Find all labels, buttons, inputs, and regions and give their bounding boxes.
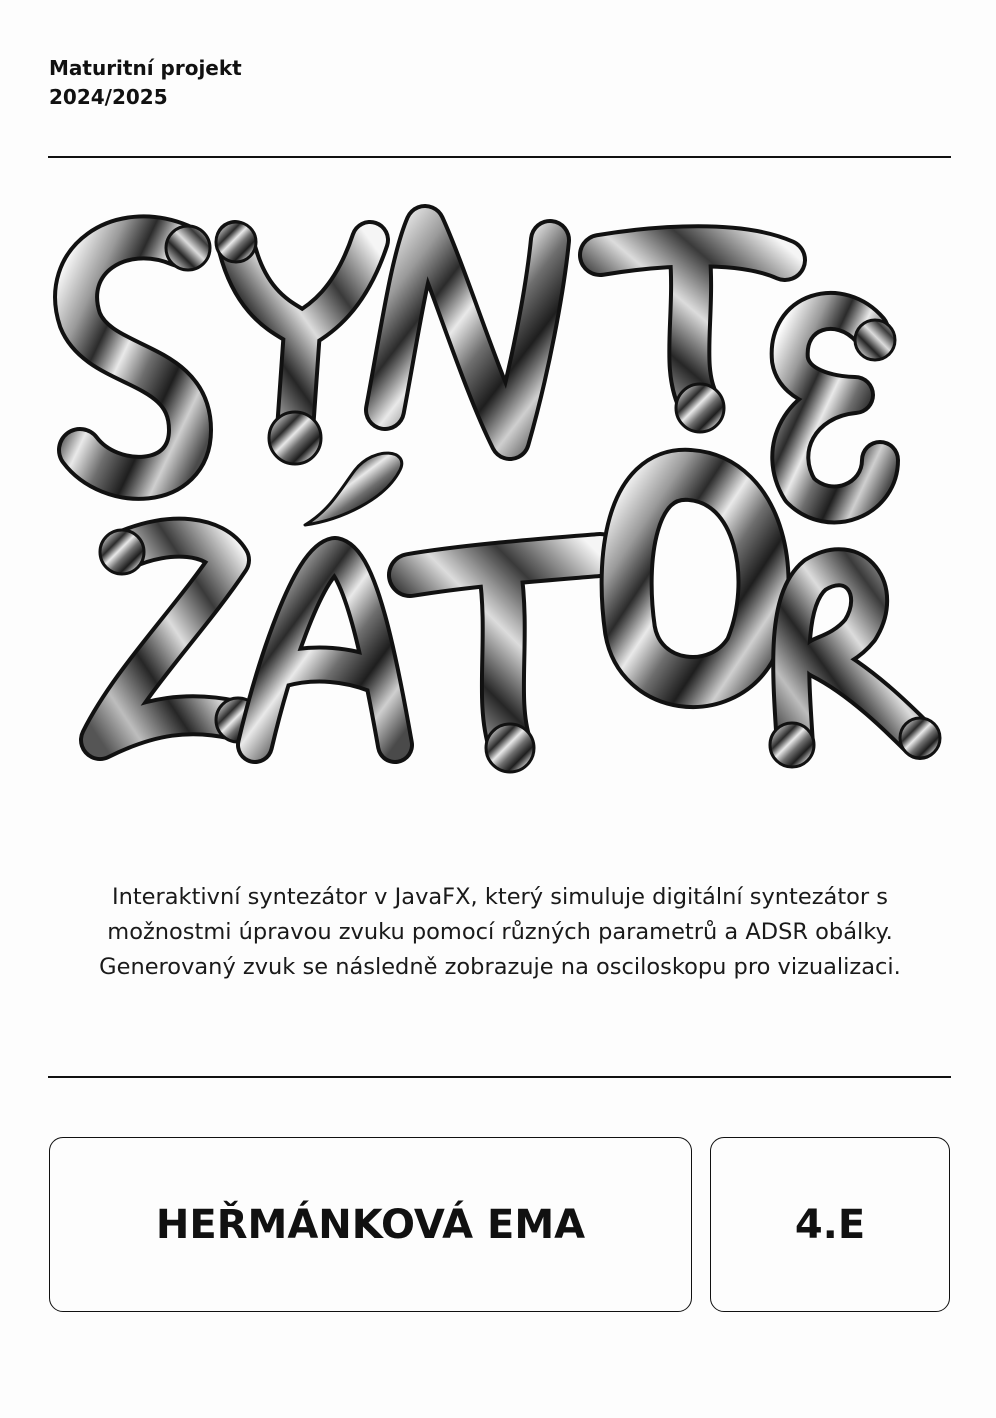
school-year: 2024/2025	[49, 85, 168, 109]
author-name: HEŘMÁNKOVÁ EMA	[155, 1201, 586, 1248]
accent-drop	[303, 451, 404, 527]
description-line-2: možnostmi úpravou zvuku pomocí různých p…	[107, 919, 893, 945]
description-line-1: Interaktivní syntezátor v JavaFX, který …	[111, 884, 889, 910]
top-divider	[48, 156, 951, 158]
project-header: Maturitní projekt 2024/2025	[49, 54, 242, 112]
author-class: 4.E	[794, 1201, 866, 1248]
letter-a	[236, 536, 414, 764]
letter-r	[768, 547, 942, 769]
letter-e	[769, 290, 900, 525]
author-name-box: HEŘMÁNKOVÁ EMA	[49, 1137, 692, 1312]
chrome-title-artwork	[53, 204, 942, 774]
project-type: Maturitní projekt	[49, 56, 242, 80]
letter-t-top	[578, 224, 807, 434]
class-box: 4.E	[710, 1137, 950, 1312]
letter-z	[79, 516, 262, 761]
letter-o	[599, 447, 791, 709]
project-description: Interaktivní syntezátor v JavaFX, který …	[60, 880, 940, 985]
bottom-divider	[48, 1076, 951, 1078]
description-line-3: Generovaný zvuk se následně zobrazuje na…	[99, 954, 901, 980]
letter-n	[364, 204, 571, 461]
letter-y	[214, 220, 390, 466]
letter-t-bottom	[387, 532, 623, 774]
letter-s	[53, 214, 213, 501]
